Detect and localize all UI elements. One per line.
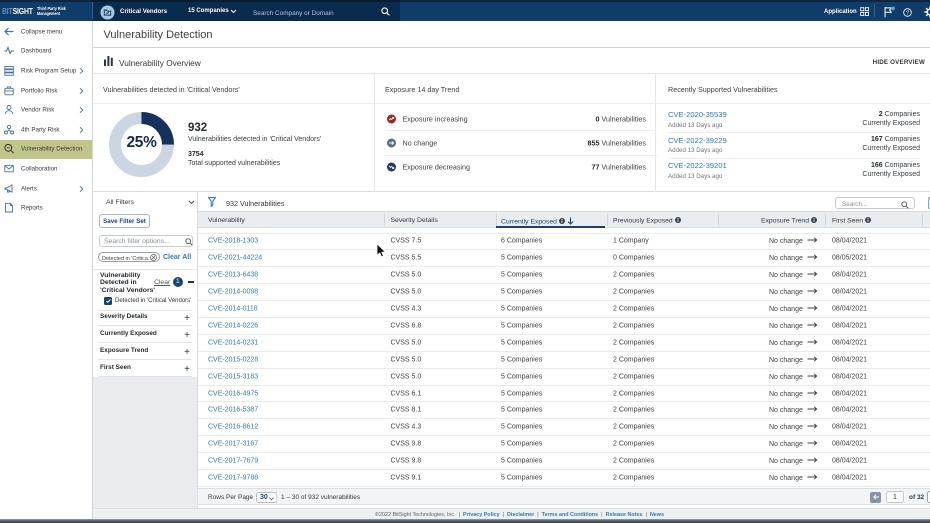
svg-text:?: ?	[905, 11, 908, 17]
